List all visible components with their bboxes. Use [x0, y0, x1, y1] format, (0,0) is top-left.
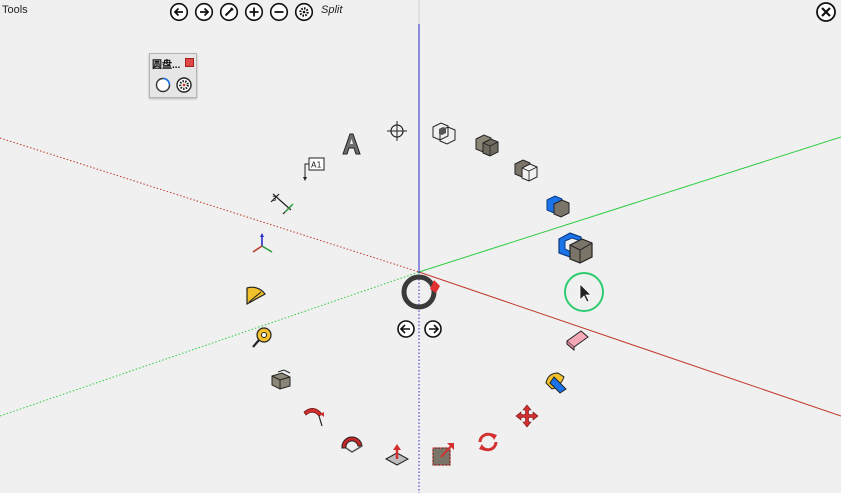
mode-label: Split: [321, 4, 343, 16]
scale-icon: [432, 443, 454, 466]
floating-palette[interactable]: 圆盘...: [149, 53, 197, 98]
paint-bucket-icon: [384, 444, 410, 466]
push-pull-icon: [271, 369, 291, 390]
back-button[interactable]: [169, 2, 189, 22]
eraser-icon: [566, 330, 589, 352]
toolbar-title: Tools: [2, 4, 28, 16]
component-outline-icon: [514, 159, 538, 182]
ring-prev-icon[interactable]: [397, 320, 415, 338]
palette-gear-tool[interactable]: [175, 76, 193, 94]
offset-tool[interactable]: [338, 428, 366, 456]
forward-button[interactable]: [194, 2, 214, 22]
svg-text:A1: A1: [311, 161, 322, 170]
green-axis-dotted: [0, 271, 420, 417]
solid-box-tool[interactable]: [473, 130, 501, 158]
tape-measure-tool[interactable]: [249, 323, 277, 351]
axes-tool[interactable]: [248, 232, 276, 260]
pencil-circle-icon: [219, 2, 239, 22]
arrow-right-circle-icon: [194, 2, 214, 22]
select-tool[interactable]: [570, 278, 598, 306]
arrow-left-circle-icon: [169, 2, 189, 22]
push-pull-tool[interactable]: [268, 366, 296, 394]
palette-title: 圆盘...: [152, 60, 181, 71]
offset-icon: [341, 436, 363, 453]
select-icon: [579, 283, 592, 303]
3d-text-tool[interactable]: [337, 130, 365, 158]
text-label-icon: A1: [303, 157, 325, 181]
gear-circle-icon: [294, 2, 314, 22]
gear-icon: [176, 77, 192, 93]
remove-button[interactable]: [269, 2, 289, 22]
svg-text:3: 3: [272, 195, 276, 203]
red-axis-dotted: [0, 137, 420, 273]
group-icon: [558, 232, 593, 264]
dimension-icon: 3: [270, 193, 294, 215]
move-icon: [515, 404, 539, 428]
close-button[interactable]: [815, 1, 837, 23]
solid-box-icon: [475, 134, 499, 157]
dimension-tool[interactable]: 3: [267, 190, 295, 218]
paint-bucket-tool[interactable]: [383, 441, 411, 469]
component-icon: [546, 195, 570, 218]
wireframe-box-tool[interactable]: [430, 118, 458, 146]
tape-measure-guide-icon: [387, 121, 407, 141]
wireframe-box-icon: [432, 122, 456, 145]
close-circle-icon: [816, 2, 836, 22]
ring-next-icon[interactable]: [424, 320, 442, 338]
minus-circle-icon: [269, 2, 289, 22]
scale-tool[interactable]: [429, 440, 457, 468]
viewport-canvas[interactable]: [0, 0, 841, 493]
center-ring-icon[interactable]: [401, 274, 437, 310]
settings-button[interactable]: [294, 2, 314, 22]
text-label-tool[interactable]: A1: [300, 155, 328, 183]
move-tool[interactable]: [513, 402, 541, 430]
protractor-icon: [246, 286, 266, 306]
follow-me-icon: [303, 408, 324, 427]
palette-close-icon[interactable]: [185, 58, 194, 67]
rotate-tool[interactable]: [474, 428, 502, 456]
protractor-tool[interactable]: [243, 280, 271, 308]
palette-ring-tool[interactable]: [154, 76, 172, 94]
paint-tool[interactable]: [542, 367, 570, 395]
plus-circle-icon: [244, 2, 264, 22]
eraser-tool[interactable]: [563, 325, 591, 353]
group-tool[interactable]: [556, 227, 596, 267]
component-outline-tool[interactable]: [512, 155, 540, 183]
edit-button[interactable]: [219, 2, 239, 22]
axes-icon: [252, 233, 273, 253]
tape-guide-tool[interactable]: [383, 118, 411, 146]
component-tool[interactable]: [544, 191, 572, 219]
add-button[interactable]: [244, 2, 264, 22]
paint-icon: [545, 372, 567, 394]
tape-measure-icon: [252, 327, 272, 348]
3d-text-icon: [342, 133, 361, 155]
red-axis: [418, 271, 841, 417]
rotate-icon: [478, 432, 498, 452]
follow-me-tool[interactable]: [300, 402, 328, 430]
ring-outline-icon: [155, 77, 171, 93]
top-toolbar: Tools Split: [0, 0, 841, 24]
